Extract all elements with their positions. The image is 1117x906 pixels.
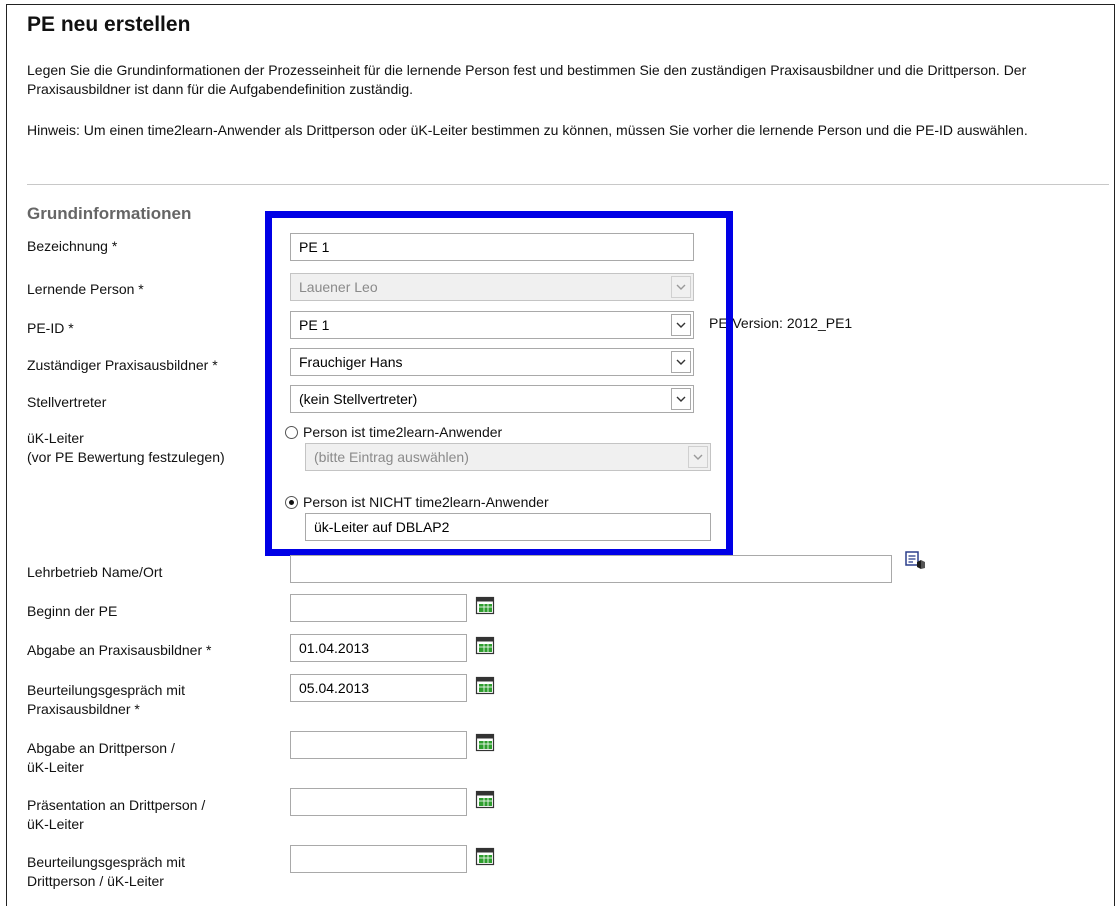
praesentation-dp-label-line-2: üK-Leiter	[27, 816, 84, 832]
calendar-icon[interactable]	[475, 675, 495, 695]
bezeichnung-label: Bezeichnung *	[27, 238, 118, 254]
lernende-person-select: Lauener Leo	[290, 273, 694, 301]
lernende-person-value: Lauener Leo	[299, 279, 378, 295]
abgabe-dp-label-line-1: Abgabe an Drittperson /	[27, 740, 175, 756]
praxisausbildner-value: Frauchiger Hans	[299, 354, 403, 370]
section-divider	[27, 184, 1109, 185]
gespraech-dp-label-line-2: Drittperson / üK-Leiter	[27, 873, 164, 889]
uek-leiter-label-line-2: (vor PE Bewertung festzulegen)	[27, 449, 225, 465]
chevron-down-icon	[688, 446, 708, 468]
bezeichnung-input[interactable]: PE 1	[290, 233, 694, 261]
lernende-person-label: Lernende Person *	[27, 281, 144, 297]
gespraech-dp-label: Beurteilungsgespräch mit Drittperson / ü…	[27, 853, 185, 891]
praxisausbildner-label: Zuständiger Praxisausbildner *	[27, 357, 218, 373]
lehrbetrieb-label: Lehrbetrieb Name/Ort	[27, 564, 163, 580]
stellvertreter-value: (kein Stellvertreter)	[299, 391, 418, 407]
gespraech-dp-label-line-1: Beurteilungsgespräch mit	[27, 854, 185, 870]
pe-id-value: PE 1	[299, 317, 330, 333]
uek-user-radio-option[interactable]: Person ist time2learn-Anwender	[285, 424, 502, 440]
gespraech-pa-label: Beurteilungsgespräch mit Praxisausbildne…	[27, 681, 185, 719]
pe-version-text: PE-Version: 2012_PE1	[709, 315, 853, 331]
chevron-down-icon	[671, 276, 691, 298]
stellvertreter-select[interactable]: (kein Stellvertreter)	[290, 385, 694, 413]
chevron-down-icon	[671, 314, 691, 336]
calendar-icon[interactable]	[475, 732, 495, 752]
uek-leiter-label-line-1: üK-Leiter	[27, 430, 84, 446]
calendar-icon[interactable]	[475, 789, 495, 809]
uek-nonuser-radio-label: Person ist NICHT time2learn-Anwender	[303, 494, 549, 510]
gespraech-pa-input[interactable]: 05.04.2013	[290, 674, 467, 702]
gespraech-pa-label-line-1: Beurteilungsgespräch mit	[27, 682, 185, 698]
uek-user-radio-label: Person ist time2learn-Anwender	[303, 424, 503, 440]
lookup-icon[interactable]	[905, 551, 927, 571]
uek-nonuser-input[interactable]: ük-Leiter auf DBLAP2	[305, 513, 711, 541]
calendar-icon[interactable]	[475, 595, 495, 615]
intro-text: Legen Sie die Grundinformationen der Pro…	[27, 62, 1027, 97]
beginn-label: Beginn der PE	[27, 603, 118, 619]
lehrbetrieb-input[interactable]	[290, 555, 892, 583]
uek-user-select-value: (bitte Eintrag auswählen)	[314, 449, 469, 465]
calendar-icon[interactable]	[475, 846, 495, 866]
gespraech-pa-label-line-2: Praxisausbildner *	[27, 701, 140, 717]
section-title: Grundinformationen	[27, 204, 192, 223]
praesentation-dp-label: Präsentation an Drittperson / üK-Leiter	[27, 796, 205, 834]
uek-nonuser-radio-option[interactable]: Person ist NICHT time2learn-Anwender	[285, 494, 549, 510]
uek-leiter-label: üK-Leiter (vor PE Bewertung festzulegen)	[27, 429, 225, 467]
uek-user-select: (bitte Eintrag auswählen)	[305, 443, 711, 471]
abgabe-dp-label: Abgabe an Drittperson / üK-Leiter	[27, 739, 175, 777]
pe-id-select[interactable]: PE 1	[290, 311, 694, 339]
uek-nonuser-radio[interactable]	[285, 495, 298, 509]
uek-user-radio[interactable]	[285, 425, 298, 439]
pe-id-label: PE-ID *	[27, 320, 74, 336]
gespraech-dp-input[interactable]	[290, 845, 467, 873]
abgabe-pa-input[interactable]: 01.04.2013	[290, 634, 467, 662]
stellvertreter-label: Stellvertreter	[27, 394, 107, 410]
beginn-input[interactable]	[290, 594, 467, 622]
praesentation-dp-label-line-1: Präsentation an Drittperson /	[27, 797, 206, 813]
abgabe-pa-label: Abgabe an Praxisausbildner *	[27, 642, 212, 658]
praxisausbildner-select[interactable]: Frauchiger Hans	[290, 348, 694, 376]
praesentation-dp-input[interactable]	[290, 788, 467, 816]
chevron-down-icon	[671, 351, 691, 373]
abgabe-dp-label-line-2: üK-Leiter	[27, 759, 84, 775]
abgabe-dp-input[interactable]	[290, 731, 467, 759]
chevron-down-icon	[671, 388, 691, 410]
hint-text: Hinweis: Um einen time2learn-Anwender al…	[27, 122, 1028, 138]
page-title: PE neu erstellen	[27, 13, 191, 36]
calendar-icon[interactable]	[475, 635, 495, 655]
